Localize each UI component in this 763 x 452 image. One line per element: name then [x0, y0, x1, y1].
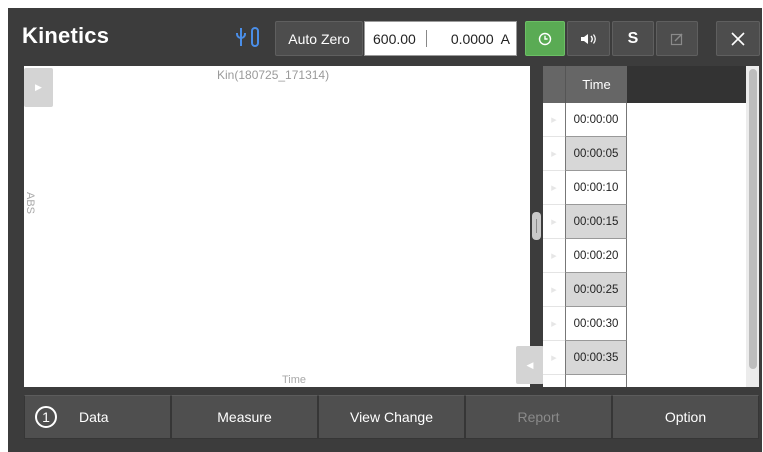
row-arrow-icon: ▶: [543, 307, 565, 341]
auto-zero-button[interactable]: Auto Zero: [275, 21, 363, 56]
panel-splitter-handle[interactable]: [532, 212, 541, 240]
absorbance-unit: A: [500, 31, 510, 47]
table-row[interactable]: ▶ 00:00:00: [543, 103, 627, 137]
close-button[interactable]: [716, 21, 760, 56]
view-change-button[interactable]: View Change: [318, 395, 465, 439]
time-cell: 00:00:35: [565, 341, 627, 375]
usb-icon: [236, 26, 266, 50]
wavelength-value: 600.00: [373, 31, 416, 47]
time-cell: 00:00:00: [565, 103, 627, 137]
data-button[interactable]: 1 Data: [24, 395, 171, 439]
row-arrow-icon: ▶: [543, 137, 565, 171]
edit-icon: [670, 33, 683, 45]
table-scrollbar[interactable]: [746, 66, 759, 387]
sound-button[interactable]: [567, 21, 610, 56]
s-button[interactable]: S: [612, 21, 654, 56]
app-title: Kinetics: [22, 23, 110, 48]
edit-button[interactable]: [656, 21, 698, 56]
bottom-toolbar: 1 Data Measure View Change Report Option: [24, 395, 759, 439]
kinetics-graph[interactable]: Kin(180725_171314) ABS Time ▶ ◀: [24, 66, 544, 387]
row-arrow-icon: ▶: [543, 273, 565, 307]
report-button[interactable]: Report: [465, 395, 612, 439]
time-cell: 00:00:15: [565, 205, 627, 239]
graph-title: Kin(180725_171314): [217, 68, 330, 82]
table-row[interactable]: ▶ 00:00:05: [543, 137, 627, 171]
table-row[interactable]: ▶ 00:00:20: [543, 239, 627, 273]
row-arrow-icon: ▶: [543, 103, 565, 137]
table-row[interactable]: ▶: [543, 375, 627, 387]
absorbance-value: 0.0000: [450, 31, 494, 47]
table-row[interactable]: ▶ 00:00:30: [543, 307, 627, 341]
y-axis-label: ABS: [24, 191, 37, 215]
time-cell: 00:00:10: [565, 171, 627, 205]
time-cell: 00:00:30: [565, 307, 627, 341]
time-cell: 00:00:20: [565, 239, 627, 273]
row-arrow-icon: ▶: [543, 171, 565, 205]
row-arrow-icon: ▶: [543, 239, 565, 273]
speaker-icon: [580, 33, 596, 44]
chevron-left-icon: ◀: [526, 359, 534, 370]
time-column-header[interactable]: Time: [565, 66, 627, 103]
data-count-badge: 1: [35, 406, 57, 428]
absorbance-readout: 0.0000 A: [451, 31, 510, 47]
readout-divider: [426, 30, 427, 47]
row-arrow-icon: ▶: [543, 205, 565, 239]
option-button[interactable]: Option: [612, 395, 759, 439]
expand-right-panel-button[interactable]: ◀: [516, 346, 544, 384]
time-cell: 00:00:05: [565, 137, 627, 171]
timer-icon: [538, 32, 552, 45]
time-cell: [565, 375, 627, 387]
expand-left-panel-button[interactable]: ▶: [24, 68, 53, 107]
data-table[interactable]: Time ▶ 00:00:00 ▶ 00:00:05 ▶ 00:00:10 ▶ …: [543, 66, 759, 387]
table-header: Time: [543, 66, 759, 103]
row-arrow-icon: ▶: [543, 341, 565, 375]
scrollbar-thumb[interactable]: [749, 69, 757, 369]
close-icon: [731, 31, 745, 46]
row-arrow-icon: ▶: [543, 375, 565, 387]
table-row[interactable]: ▶ 00:00:15: [543, 205, 627, 239]
table-row[interactable]: ▶ 00:00:10: [543, 171, 627, 205]
data-button-label: Data: [79, 409, 109, 425]
chevron-right-icon: ▶: [35, 82, 42, 92]
x-axis-label: Time: [282, 374, 307, 386]
timer-button[interactable]: [525, 21, 565, 56]
table-row[interactable]: ▶ 00:00:35: [543, 341, 627, 375]
table-row[interactable]: ▶ 00:00:25: [543, 273, 627, 307]
time-cell: 00:00:25: [565, 273, 627, 307]
kinetics-app: Kinetics Auto Zero 600.00 0.0000 A S Kin…: [8, 8, 762, 452]
row-index-header: [543, 66, 565, 103]
measure-button[interactable]: Measure: [171, 395, 318, 439]
wavelength-readout[interactable]: 600.00 0.0000 A: [364, 21, 517, 56]
